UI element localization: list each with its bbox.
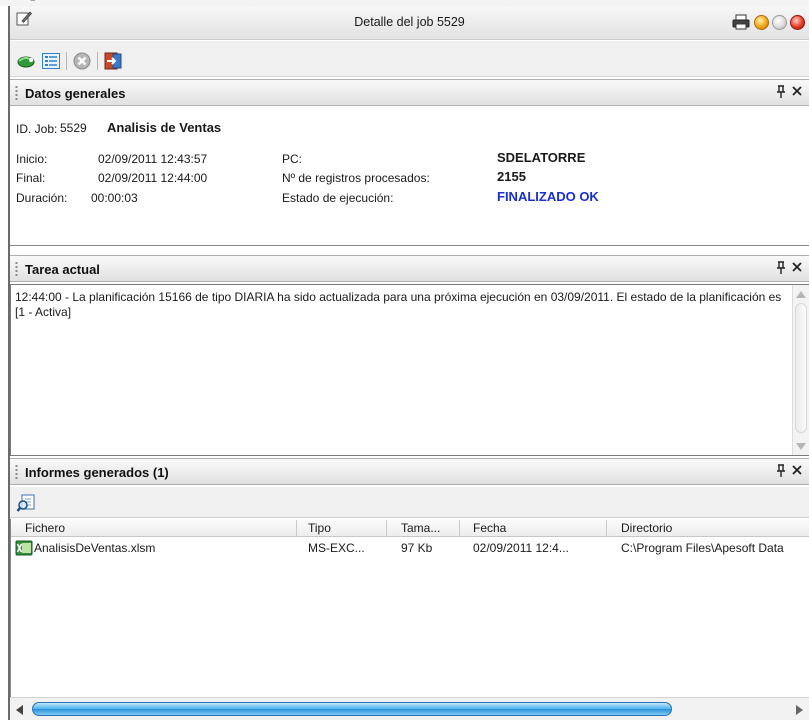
cell-tamano: 97 Kb xyxy=(401,541,433,555)
tarea-actual-text: 12:44:00 - La planificación 15166 de tip… xyxy=(15,290,782,319)
table-row[interactable]: AnalisisDeVentas.xlsm MS-EXC... 97 Kb 02… xyxy=(11,539,809,557)
close-window-button[interactable] xyxy=(790,14,805,30)
column-tamano[interactable]: Tama... xyxy=(401,521,440,535)
column-tipo[interactable]: Tipo xyxy=(308,521,331,535)
minimize-button[interactable] xyxy=(754,14,769,30)
scroll-up-icon[interactable] xyxy=(796,291,806,298)
exit-icon[interactable] xyxy=(103,51,123,71)
cell-tipo: MS-EXC... xyxy=(308,541,365,555)
scroll-right-icon[interactable] xyxy=(796,705,803,715)
column-fichero[interactable]: Fichero xyxy=(25,521,65,535)
excel-file-icon xyxy=(15,540,33,556)
close-panel-icon[interactable] xyxy=(790,463,804,477)
column-separator[interactable] xyxy=(459,520,460,536)
tarea-actual-header: Tarea actual xyxy=(10,255,809,282)
panel-title: Informes generados (1) xyxy=(25,465,169,480)
pin-icon[interactable] xyxy=(775,464,787,478)
column-separator[interactable] xyxy=(386,520,387,536)
informes-toolbar xyxy=(10,487,809,518)
informes-grid: Fichero Tipo Tama... Fecha Directorio An… xyxy=(10,519,809,720)
estado-value: FINALIZADO OK xyxy=(497,189,599,204)
estado-label: Estado de ejecución: xyxy=(282,191,394,205)
column-separator[interactable] xyxy=(296,520,297,536)
pc-label: PC: xyxy=(282,152,303,166)
window-title: Detalle del job 5529 xyxy=(354,15,465,29)
tarea-actual-textbox[interactable]: 12:44:00 - La planificación 15166 de tip… xyxy=(10,284,809,456)
list-icon[interactable] xyxy=(41,51,61,71)
registros-value: 2155 xyxy=(497,169,526,184)
id-job-label: ID. Job: xyxy=(16,122,58,136)
inicio-label: Inicio: xyxy=(16,152,48,166)
panel-title: Datos generales xyxy=(25,86,126,101)
refresh-icon[interactable] xyxy=(16,51,36,71)
scroll-left-icon[interactable] xyxy=(16,705,23,715)
toolbar-separator xyxy=(97,52,98,70)
title-bar[interactable]: Detalle del job 5529 xyxy=(10,6,809,40)
id-job-value: 5529 xyxy=(60,121,87,135)
print-icon[interactable] xyxy=(731,14,751,30)
view-report-icon[interactable] xyxy=(16,493,36,513)
horizontal-scrollbar[interactable] xyxy=(10,697,809,720)
column-separator[interactable] xyxy=(606,520,607,536)
close-panel-icon[interactable] xyxy=(790,84,804,98)
datos-generales-header: Datos generales xyxy=(10,79,809,106)
close-panel-icon[interactable] xyxy=(790,260,804,274)
drag-grip-icon[interactable] xyxy=(15,85,18,101)
cell-fecha: 02/09/2011 12:4... xyxy=(473,541,569,555)
registros-label: Nº de registros procesados: xyxy=(282,171,430,185)
toolbar-separator xyxy=(66,52,67,70)
inicio-value: 02/09/2011 12:43:57 xyxy=(98,152,208,166)
cell-fichero: AnalisisDeVentas.xlsm xyxy=(34,541,156,555)
scroll-down-icon[interactable] xyxy=(796,443,806,450)
job-detail-window: Detalle del job 5529 Datos generales ID.… xyxy=(8,6,809,720)
duracion-label: Duración: xyxy=(16,191,68,205)
drag-grip-icon[interactable] xyxy=(15,464,18,480)
scroll-thumb[interactable] xyxy=(32,702,672,716)
vertical-scrollbar[interactable] xyxy=(792,285,809,455)
maximize-button[interactable] xyxy=(772,14,787,30)
cell-directorio: C:\Program Files\Apesoft Data xyxy=(621,541,784,555)
panel-title: Tarea actual xyxy=(25,262,100,277)
informes-header: Informes generados (1) xyxy=(10,458,809,485)
datos-generales-panel: ID. Job: 5529 Analisis de Ventas Inicio:… xyxy=(10,108,809,246)
pc-value: SDELATORRE xyxy=(497,150,586,165)
final-label: Final: xyxy=(16,171,46,185)
scroll-track[interactable] xyxy=(795,303,807,433)
grid-header: Fichero Tipo Tama... Fecha Directorio xyxy=(11,519,809,537)
pin-icon[interactable] xyxy=(775,85,787,99)
final-value: 02/09/2011 12:44:00 xyxy=(98,171,208,185)
job-name: Analisis de Ventas xyxy=(107,120,222,135)
drag-grip-icon[interactable] xyxy=(15,261,18,277)
duracion-value: 00:00:03 xyxy=(91,191,138,205)
pin-icon[interactable] xyxy=(775,261,787,275)
stop-icon[interactable] xyxy=(72,51,92,71)
column-fecha[interactable]: Fecha xyxy=(473,521,506,535)
column-directorio[interactable]: Directorio xyxy=(621,521,672,535)
main-toolbar xyxy=(10,41,809,77)
